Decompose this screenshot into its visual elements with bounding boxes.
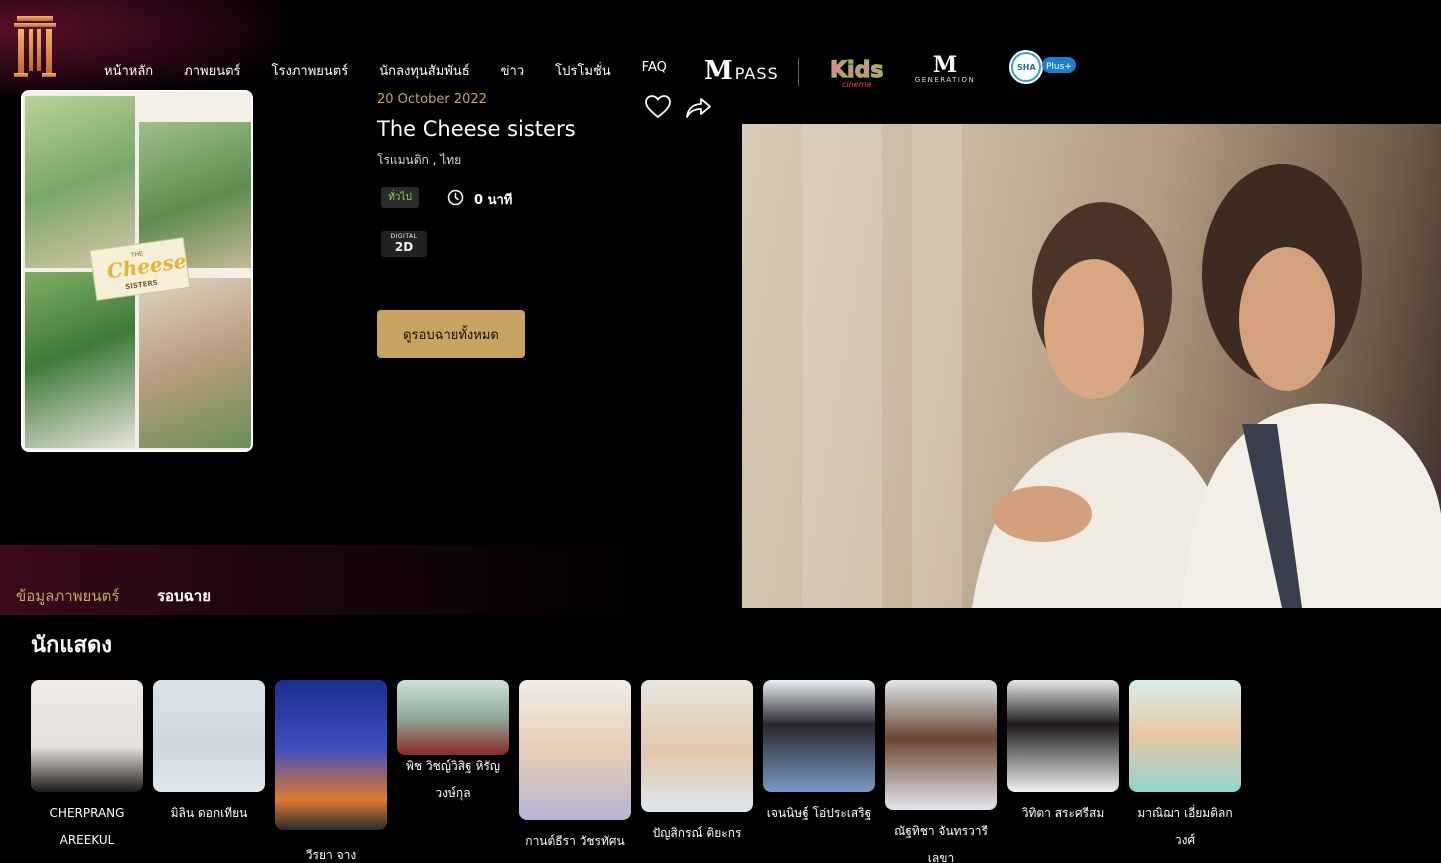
cast-card[interactable]: มิลิน ดอกเทียน (153, 680, 265, 827)
movie-poster: THE Cheese SISTERS (21, 90, 253, 452)
nav-promotions[interactable]: โปรโมชั่น (555, 60, 610, 81)
nav-faq[interactable]: FAQ (642, 60, 667, 81)
m-generation-logo[interactable]: M GENERATION (912, 54, 978, 88)
tab-movie-info[interactable]: ข้อมูลภาพยนตร์ (16, 584, 119, 608)
nav-cinemas[interactable]: โรงภาพยนตร์ (272, 60, 349, 81)
cast-name: ณัฐทิชา จันทรวารีเลขา (894, 824, 988, 863)
cast-card[interactable]: กานต์ธีรา วัชรทัศน (519, 680, 631, 855)
nav-divider (798, 58, 799, 86)
cast-photo (885, 680, 997, 810)
format-badge: DIGITAL 2D (381, 231, 427, 257)
cast-card[interactable]: วีรยา จาง (275, 680, 387, 863)
nav-home[interactable]: หน้าหลัก (104, 60, 153, 81)
cast-name: มาณิฌา เอี่ยมติลกวงศ์ (1137, 806, 1233, 847)
site-header: หน้าหลัก ภาพยนตร์ โรงภาพยนตร์ นักลงทุนสั… (0, 0, 1441, 96)
nav-movies[interactable]: ภาพยนตร์ (184, 60, 240, 81)
sha-logo-text: SHA (1017, 63, 1036, 72)
cast-photo (763, 680, 875, 792)
mpass-logo[interactable]: M PASS (704, 56, 779, 86)
rating-badge: ทั่วไป (381, 187, 419, 208)
cast-card[interactable]: ปัญสิกรณ์ ติยะกร (641, 680, 753, 847)
view-all-showtimes-button[interactable]: ดูรอบฉายทั้งหมด (377, 310, 525, 358)
release-date: 20 October 2022 (377, 92, 487, 107)
cast-card[interactable]: วิทิตา สระศรีสม (1007, 680, 1119, 827)
movie-genres: โรแมนติก , ไทย (377, 153, 462, 167)
cast-name: กานต์ธีรา วัชรทัศน (525, 834, 625, 848)
cast-photo (397, 680, 509, 755)
major-logo-icon[interactable] (14, 14, 56, 78)
cast-photo (31, 680, 143, 792)
share-icon[interactable] (684, 94, 712, 120)
trailer-frame (802, 124, 1441, 608)
cast-photo (1007, 680, 1119, 792)
cast-name: เจนนิษฐ์ โอ่ประเสริฐ (766, 806, 872, 820)
cast-photo (519, 680, 631, 820)
cast-name: วิทิตา สระศรีสม (1021, 806, 1105, 820)
cast-heading: นักแสดง (31, 633, 112, 658)
poster-photo-4 (139, 278, 251, 448)
nav-investor-relations[interactable]: นักลงทุนสัมพันธ์ (379, 60, 469, 81)
sha-plus-logo[interactable]: SHA Plus+ (1008, 48, 1076, 86)
cast-name: CHERPRANG AREEKUL (49, 806, 125, 847)
main-nav: หน้าหลัก ภาพยนตร์ โรงภาพยนตร์ นักลงทุนสั… (104, 60, 698, 81)
cast-card[interactable]: มาณิฌา เอี่ยมติลกวงศ์ (1129, 680, 1241, 854)
cast-name: วีรยา จาง (305, 848, 357, 862)
movie-title: The Cheese sisters (377, 117, 576, 141)
cast-name: พิช วิชญ์วิสิฐ หิรัญวงษ์กุล (405, 759, 501, 800)
cast-photo (275, 680, 387, 830)
mgen-text: GENERATION (914, 76, 976, 84)
heart-icon[interactable] (644, 94, 672, 120)
cast-name: ปัญสิกรณ์ ติยะกร (652, 826, 742, 840)
mpass-m: M (704, 56, 733, 86)
format-main: 2D (394, 240, 414, 254)
movie-duration: 0 นาที (474, 193, 513, 208)
poster-title-card: THE Cheese SISTERS (89, 237, 191, 301)
mpass-text: PASS (734, 64, 779, 83)
cast-card[interactable]: พิช วิชญ์วิสิฐ หิรัญวงษ์กุล (397, 680, 509, 807)
cast-photo (1129, 680, 1241, 792)
cast-card[interactable]: ณัฐทิชา จันทรวารีเลขา (885, 680, 997, 863)
cast-card[interactable]: CHERPRANG AREEKUL (31, 680, 143, 854)
cast-photo (153, 680, 265, 792)
mgen-m: M (932, 52, 958, 78)
kids-logo-sub: cinema (842, 80, 871, 89)
cast-card[interactable]: เจนนิษฐ์ โอ่ประเสริฐ (763, 680, 875, 827)
nav-news[interactable]: ข่าว (501, 60, 525, 81)
tab-showtimes[interactable]: รอบฉาย (157, 584, 211, 608)
trailer-video[interactable] (742, 124, 1441, 608)
cast-photo (641, 680, 753, 812)
kids-cinema-logo[interactable]: Kids cinema (828, 52, 886, 90)
cast-name: มิลิน ดอกเทียน (170, 806, 248, 820)
clock-icon (447, 189, 464, 206)
sha-plus-text: Plus+ (1046, 62, 1072, 72)
